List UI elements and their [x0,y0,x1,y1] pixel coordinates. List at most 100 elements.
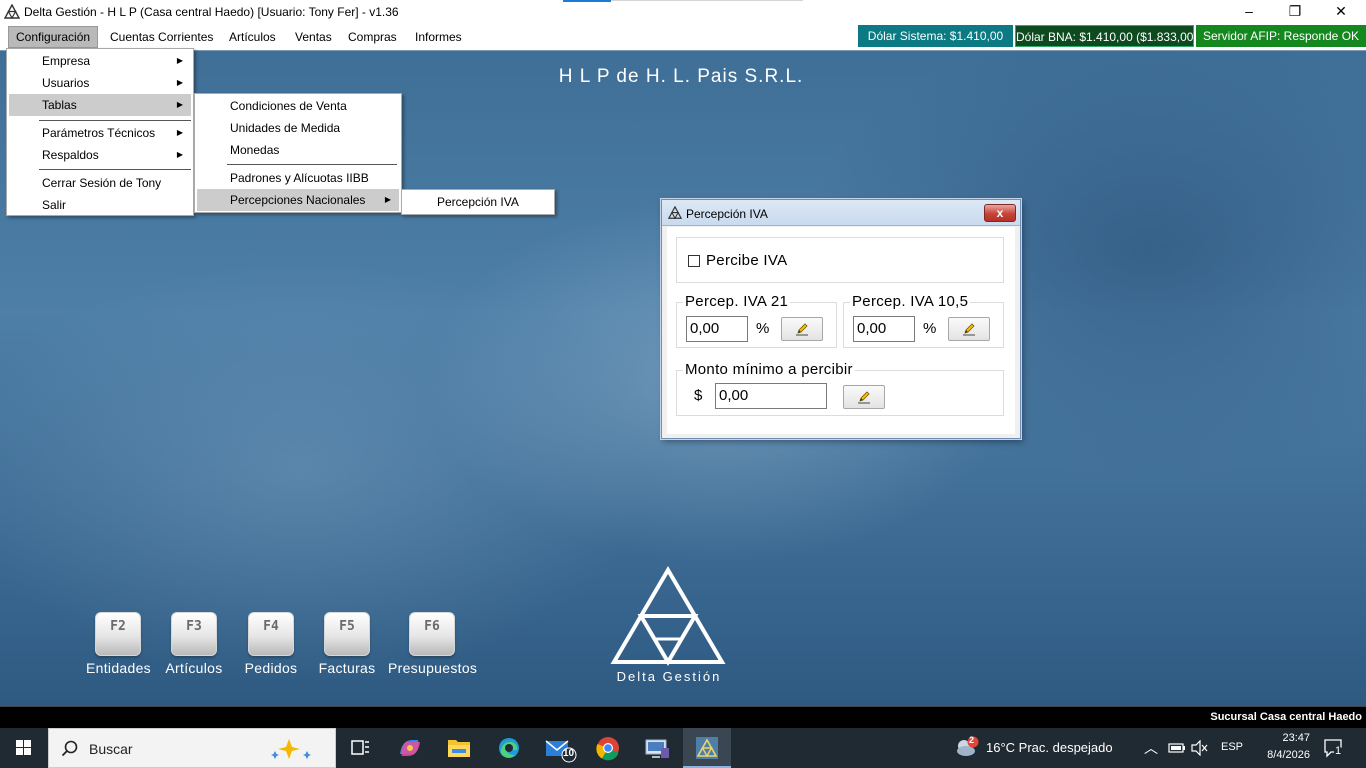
percepciones-submenu: Percepción IVA [401,189,555,215]
edge-button[interactable] [485,728,533,768]
shortcut-presupuestos[interactable]: F6 Presupuestos [388,612,477,676]
shortcut-pedidos[interactable]: F4 Pedidos [240,612,302,676]
language-indicator[interactable]: ESP [1221,741,1243,753]
menu-item-usuarios[interactable]: Usuarios ▶ [9,72,191,94]
restore-button[interactable]: ❐ [1272,0,1318,24]
copilot-button[interactable] [386,728,434,768]
search-icon [61,740,78,757]
edit-percep-21-button[interactable] [781,317,823,341]
f4-key-icon: F4 [248,612,294,656]
menu-item-percepciones-nacionales[interactable]: Percepciones Nacionales ▶ [197,189,399,211]
menu-item-label: Respaldos [42,148,99,162]
monto-minimo-group: Monto mínimo a percibir $ 0,00 [676,361,1004,416]
percibe-iva-checkbox[interactable] [688,255,700,267]
task-view-button[interactable] [336,728,384,768]
percent-symbol: % [923,320,937,337]
menu-cuentas-corrientes[interactable]: Cuentas Corrientes [103,26,220,48]
f5-key-icon: F5 [324,612,370,656]
remote-app-button[interactable] [633,728,681,768]
menu-configuracion[interactable]: Configuración [8,26,99,48]
close-button[interactable]: ✕ [1318,0,1364,24]
menu-separator [39,169,191,170]
branch-bar: Sucursal Casa central Haedo [0,706,1366,728]
menu-item-cerrar-sesion[interactable]: Cerrar Sesión de Tony [9,172,191,194]
menu-item-percepcion-iva[interactable]: Percepción IVA [404,191,552,213]
percep-iva-105-group: Percep. IVA 10,5 0,00 % [843,293,1004,348]
menu-item-condiciones-venta[interactable]: Condiciones de Venta [197,95,399,117]
menu-item-label: Parámetros Técnicos [42,126,156,140]
search-highlight-icon [271,739,311,759]
weather-text[interactable]: 16°C Prac. despejado [986,740,1113,755]
search-placeholder: Buscar [89,741,133,757]
submenu-arrow-icon: ▶ [384,195,391,204]
weather-badge: 2 [969,735,975,745]
battery-icon[interactable] [1168,741,1186,755]
submenu-arrow-icon: ▶ [176,128,183,137]
percep-iva-21-input[interactable]: 0,00 [686,316,748,342]
chrome-button[interactable] [584,728,632,768]
branch-label: Sucursal Casa central Haedo [1210,711,1362,723]
weather-icon[interactable] [954,736,980,760]
submenu-arrow-icon: ▶ [176,150,183,159]
monto-minimo-input[interactable]: 0,00 [715,383,827,409]
clock-time[interactable]: 23:47 [1262,732,1310,744]
delta-gestion-app-icon [4,4,20,20]
file-explorer-button[interactable] [435,728,483,768]
menu-item-respaldos[interactable]: Respaldos ▶ [9,144,191,166]
configuracion-menu: Empresa ▶ Usuarios ▶ Tablas ▶ Parámetros Té… [6,48,194,216]
edit-percep-105-button[interactable] [948,317,990,341]
menu-item-unidades-medida[interactable]: Unidades de Medida [197,117,399,139]
pencil-icon [796,323,808,336]
menu-item-salir[interactable]: Salir [9,194,191,216]
pencil-icon [963,323,975,336]
percibe-iva-label: Percibe IVA [706,252,788,269]
menu-item-label: Usuarios [42,76,90,90]
dialog-close-button[interactable]: x [984,204,1016,222]
percep-iva-21-label: Percep. IVA 21 [683,293,791,310]
shortcut-entidades[interactable]: F2 Entidades [86,612,151,676]
delta-gestion-taskbar-button[interactable] [683,728,731,768]
title-accent-line [611,0,803,1]
windows-taskbar: Buscar 10 2 16°C Prac. despejado ︿ ESP 2… [0,728,1366,768]
speaker-muted-icon[interactable] [1190,740,1208,756]
start-button[interactable] [0,728,48,768]
menu-compras[interactable]: Compras [341,26,404,48]
edit-monto-minimo-button[interactable] [843,385,885,409]
shortcut-label: Artículos [165,660,223,676]
tablas-submenu: Condiciones de Venta Unidades de Medida … [194,93,402,213]
menu-articulos[interactable]: Artículos [222,26,283,48]
submenu-arrow-icon: ▶ [176,78,183,87]
menu-item-padrones-iibb[interactable]: Padrones y Alícuotas IIBB [197,167,399,189]
menu-separator [227,164,397,165]
notifications-icon[interactable] [1323,738,1345,758]
shortcut-facturas[interactable]: F5 Facturas [316,612,378,676]
clock-date[interactable]: 8/4/2026 [1250,749,1310,761]
menu-item-parametros-tecnicos[interactable]: Parámetros Técnicos ▶ [9,122,191,144]
submenu-arrow-icon: ▶ [176,100,183,109]
dolar-sistema-badge: Dólar Sistema: $1.410,00 [858,25,1013,47]
minimize-button[interactable]: – [1226,0,1272,24]
menu-item-monedas[interactable]: Monedas [197,139,399,161]
menu-item-label: Tablas [42,98,77,112]
menu-informes[interactable]: Informes [408,26,469,48]
taskbar-search-box[interactable]: Buscar [48,728,336,768]
title-bar: Delta Gestión - H L P (Casa central Haed… [0,0,1366,24]
mail-button[interactable]: 10 [535,728,583,768]
logo-text: Delta Gestión [616,669,722,684]
f2-key-icon: F2 [95,612,141,656]
delta-gestion-logo-icon [610,566,726,666]
windows-logo-icon [16,740,31,755]
window-title: Delta Gestión - H L P (Casa central Haed… [24,5,399,19]
menu-item-tablas[interactable]: Tablas ▶ [9,94,191,116]
menu-separator [39,120,191,121]
percep-iva-105-input[interactable]: 0,00 [853,316,915,342]
show-hidden-icons-chevron-icon[interactable]: ︿ [1144,738,1158,758]
f6-key-icon: F6 [409,612,455,656]
menu-ventas[interactable]: Ventas [288,26,339,48]
shortcut-label: Facturas [318,660,376,676]
servidor-afip-badge: Servidor AFIP: Responde OK [1196,25,1366,47]
shortcut-articulos[interactable]: F3 Artículos [163,612,225,676]
delta-gestion-app-icon [668,206,682,220]
chrome-icon [596,737,619,761]
menu-item-empresa[interactable]: Empresa ▶ [9,50,191,72]
